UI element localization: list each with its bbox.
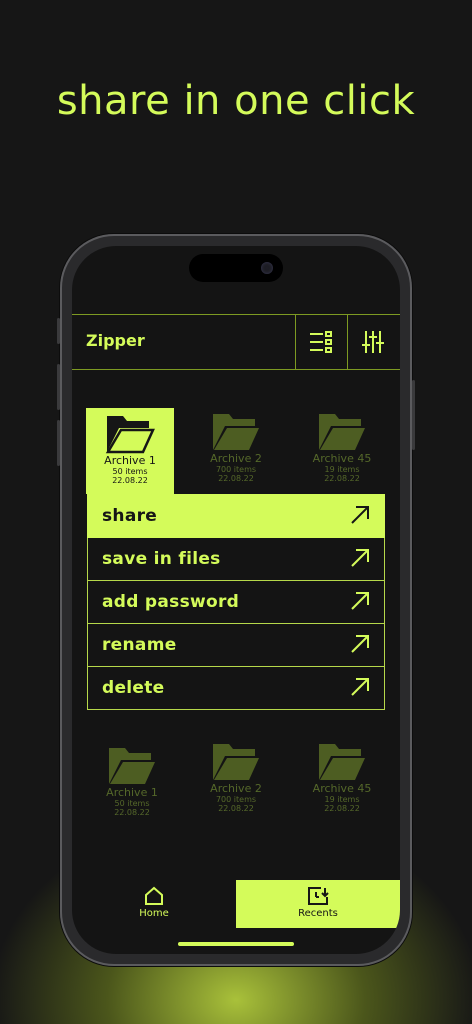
folder-date: 22.08.22 xyxy=(112,476,148,485)
phone-side-button xyxy=(57,364,60,410)
menu-item-label: delete xyxy=(102,678,165,698)
phone-side-button xyxy=(412,380,415,450)
tab-recents[interactable]: Recents xyxy=(236,880,400,928)
folder-item[interactable]: Archive 45 19 items 22.08.22 xyxy=(298,736,386,824)
arrow-up-right-icon xyxy=(351,506,369,524)
phone-side-button xyxy=(57,318,60,344)
list-view-button[interactable] xyxy=(296,315,346,369)
folder-name: Archive 1 xyxy=(106,786,158,799)
folder-item-count: 19 items xyxy=(324,465,360,474)
folder-item-count: 50 items xyxy=(112,467,148,476)
arrow-up-right-icon xyxy=(351,549,369,567)
phone-side-button xyxy=(57,420,60,466)
folder-name: Archive 45 xyxy=(312,452,372,465)
folder-name: Archive 2 xyxy=(210,452,262,465)
arrow-up-right-icon xyxy=(351,678,369,696)
folder-item-count: 700 items xyxy=(215,465,257,474)
tab-bar: Home Recents xyxy=(72,880,400,928)
menu-item-label: save in files xyxy=(102,549,221,569)
tab-home[interactable]: Home xyxy=(72,880,236,928)
home-icon xyxy=(145,886,163,905)
camera-icon xyxy=(261,262,273,274)
folder-item[interactable]: Archive 1 50 items 22.08.22 xyxy=(88,740,176,828)
filter-button[interactable] xyxy=(348,315,398,369)
menu-item-share[interactable]: share xyxy=(87,494,385,538)
context-menu: share save in files add password rename … xyxy=(87,494,385,710)
folder-date: 22.08.22 xyxy=(324,804,360,813)
folder-name: Archive 2 xyxy=(210,782,262,795)
folder-date: 22.08.22 xyxy=(218,474,254,483)
home-indicator xyxy=(178,942,294,946)
menu-item-delete[interactable]: delete xyxy=(87,667,385,710)
list-view-icon xyxy=(310,331,332,353)
menu-item-label: rename xyxy=(102,635,177,655)
folder-item[interactable]: Archive 45 19 items 22.08.22 xyxy=(298,406,386,494)
menu-item-label: add password xyxy=(102,592,240,612)
sliders-icon xyxy=(362,331,384,353)
menu-item-rename[interactable]: rename xyxy=(87,624,385,667)
folder-item[interactable]: Archive 2 700 items 22.08.22 xyxy=(192,406,280,494)
folder-item-count: 19 items xyxy=(324,795,360,804)
folder-icon xyxy=(105,416,155,454)
folder-name: Archive 1 xyxy=(104,454,156,467)
folder-name: Archive 45 xyxy=(312,782,372,795)
tab-label: Recents xyxy=(298,908,338,919)
tab-label: Home xyxy=(139,908,169,919)
folder-item-count: 50 items xyxy=(114,799,150,808)
folder-icon xyxy=(319,744,365,780)
arrow-up-right-icon xyxy=(351,592,369,610)
recents-icon xyxy=(308,887,329,905)
folder-icon xyxy=(109,748,155,784)
folder-item[interactable]: Archive 1 50 items 22.08.22 xyxy=(86,408,174,494)
folder-icon xyxy=(319,414,365,450)
folder-date: 22.08.22 xyxy=(324,474,360,483)
menu-item-label: share xyxy=(102,506,158,526)
folder-item-count: 700 items xyxy=(215,795,257,804)
app-title: Zipper xyxy=(86,331,145,350)
app-header: Zipper xyxy=(72,314,400,370)
menu-item-save-in-files[interactable]: save in files xyxy=(87,538,385,581)
folder-item[interactable]: Archive 2 700 items 22.08.22 xyxy=(192,736,280,824)
folder-date: 22.08.22 xyxy=(114,808,150,817)
promo-headline: share in one click xyxy=(56,78,416,124)
menu-item-add-password[interactable]: add password xyxy=(87,581,385,624)
folder-icon xyxy=(213,414,259,450)
folder-date: 22.08.22 xyxy=(218,804,254,813)
phone-screen: Zipper Archive 1 50 items 22.08.22 Archi… xyxy=(72,246,400,954)
folder-icon xyxy=(213,744,259,780)
arrow-up-right-icon xyxy=(351,635,369,653)
dynamic-island xyxy=(189,254,283,282)
